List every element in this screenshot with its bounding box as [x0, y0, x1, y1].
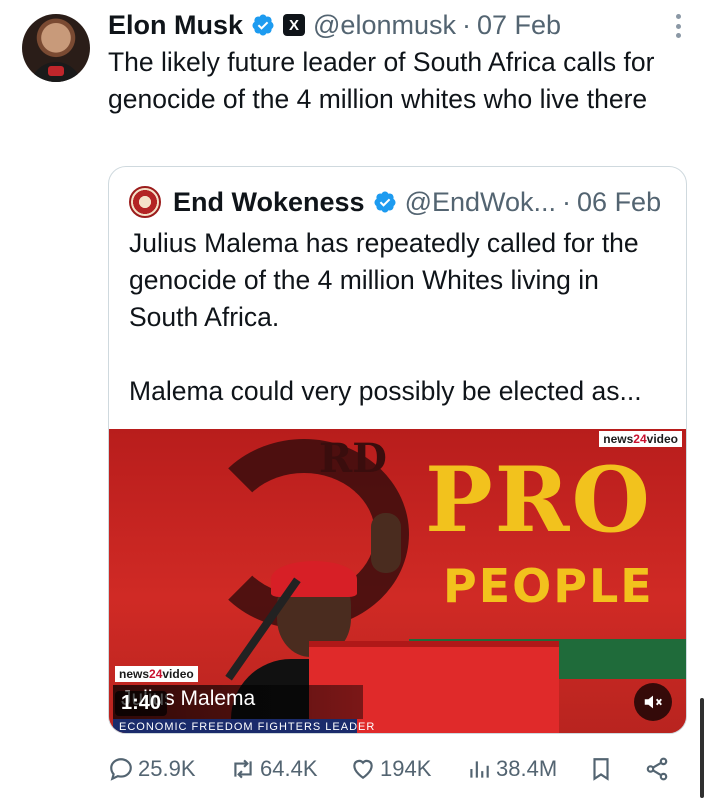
- x-badge-icon: X: [283, 14, 306, 36]
- bookmark-icon: [593, 758, 609, 781]
- bookmark-button[interactable]: [588, 756, 618, 782]
- quote-avatar[interactable]: [129, 186, 161, 218]
- caption-title: ECONOMIC FREEDOM FIGHTERS LEADER: [113, 719, 374, 733]
- quote-author-name[interactable]: End Wokeness: [173, 187, 365, 218]
- analytics-icon: [470, 761, 489, 778]
- tweet-header: Elon Musk X @elonmusk · 07 Feb: [108, 8, 561, 42]
- news24-logo-lower: news 24 video: [115, 666, 198, 682]
- separator-dot: ·: [562, 186, 572, 217]
- banner-rd: RD: [319, 435, 387, 482]
- banner-people: PEOPLE: [443, 559, 654, 613]
- separator-dot: ·: [461, 9, 471, 40]
- repost-count: 64.4K: [260, 756, 318, 781]
- tweet-text: The likely future leader of South Africa…: [108, 47, 655, 114]
- reply-icon: [110, 758, 132, 781]
- speaker-muted-icon: [644, 695, 662, 709]
- speaker-raised-fist: [371, 513, 401, 573]
- more-options-icon[interactable]: [676, 14, 682, 38]
- quote-author-handle[interactable]: @EndWok...: [405, 187, 556, 218]
- news24-logo-top: news 24 video: [599, 431, 682, 447]
- more-dot: [676, 14, 681, 19]
- more-dot: [676, 23, 681, 29]
- quote-paragraph: Malema could very possibly be elected as…: [129, 376, 642, 406]
- share-button[interactable]: [644, 756, 674, 782]
- avatar[interactable]: [22, 14, 90, 82]
- video-player[interactable]: RD PRO PEOPLE news 24 video news 24 video Ju…: [109, 429, 686, 733]
- like-button[interactable]: 194K: [350, 756, 431, 782]
- verified-badge-icon: [252, 14, 274, 36]
- video-duration: 1:40: [115, 691, 168, 716]
- quoted-tweet[interactable]: End Wokeness @EndWok... · 06 Feb Julius …: [108, 166, 687, 734]
- scrollbar[interactable]: [700, 698, 704, 798]
- tweet-date[interactable]: 07 Feb: [477, 10, 561, 41]
- quote-header: End Wokeness @EndWok... · 06 Feb: [129, 185, 661, 219]
- repost-button[interactable]: 64.4K: [230, 756, 318, 782]
- views-button[interactable]: 38.4M: [466, 756, 557, 782]
- repost-icon: [234, 759, 252, 779]
- action-bar: 25.9K 64.4K 194K 38.4M: [108, 750, 674, 788]
- mute-toggle-button[interactable]: [634, 683, 672, 721]
- more-dot: [676, 33, 681, 38]
- reply-count: 25.9K: [138, 756, 196, 781]
- author-handle[interactable]: @elonmusk: [313, 10, 456, 41]
- reply-button[interactable]: 25.9K: [108, 756, 196, 782]
- heart-icon: [353, 759, 373, 779]
- banner-pro: PRO: [425, 447, 652, 553]
- share-icon: [646, 757, 668, 781]
- quote-paragraph: Julius Malema has repeatedly called for …: [129, 228, 639, 332]
- author-name[interactable]: Elon Musk: [108, 10, 243, 41]
- verified-badge-icon: [374, 191, 396, 213]
- avatar-shirt: [30, 62, 82, 82]
- quote-text: Julius Malema has repeatedly called for …: [129, 225, 674, 447]
- views-count: 38.4M: [496, 756, 558, 781]
- quote-date[interactable]: 06 Feb: [577, 187, 661, 218]
- like-count: 194K: [380, 756, 432, 781]
